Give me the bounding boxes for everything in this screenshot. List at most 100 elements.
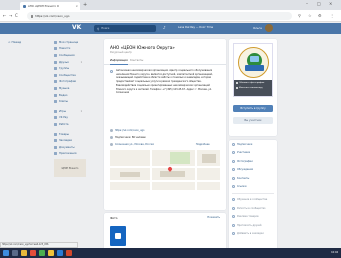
file-explorer-icon[interactable] (21, 250, 27, 256)
chrome-icon[interactable] (48, 250, 54, 256)
notifications-bell-icon[interactable]: ♪ (163, 25, 166, 30)
menu-item-label: Работа (59, 122, 69, 126)
extensions-icon[interactable]: ⚙ (318, 13, 322, 18)
join-group-button[interactable]: Вступить в группу (233, 105, 273, 112)
group-avatar[interactable]: Обновить фотографию Изменить миниатюру (233, 43, 273, 97)
browser-menu-icon[interactable]: ⋮ (330, 13, 334, 18)
side-action-item[interactable]: Участники (229, 149, 277, 158)
tab-info[interactable]: Информация (110, 59, 128, 65)
menu-item[interactable]: Работа (54, 121, 98, 128)
browser-tab[interactable]: АНО «ЦЕОН Южного О × (20, 2, 80, 10)
site-link[interactable]: https://vk.com/ceon_ugo (115, 129, 145, 132)
side-action-item[interactable]: Добавить в закладки (229, 230, 277, 239)
word-icon[interactable] (57, 250, 63, 256)
app-icon[interactable] (39, 250, 45, 256)
close-window-icon[interactable]: × (329, 1, 332, 6)
side-action-item[interactable]: Подписчики (229, 140, 277, 149)
menu-item[interactable]: Товары (54, 131, 98, 138)
side-action-item[interactable]: Обсуждения (229, 166, 277, 175)
menu-item-label: Новости (59, 47, 71, 51)
menu-item[interactable]: Новости (54, 46, 98, 53)
side-action-icon (232, 232, 235, 236)
address-row[interactable]: Солнечная ул., Москва, Россия Подробнее (110, 143, 210, 146)
side-action-label: Обсуждения (237, 168, 253, 172)
followers-count: Подписчики: 86 человек (115, 136, 146, 139)
system-tray-clock[interactable]: 10:04 (331, 251, 338, 254)
lock-icon (31, 14, 33, 18)
minimize-icon[interactable]: – (306, 1, 308, 6)
side-action-item[interactable]: Ссылки (229, 183, 277, 192)
site-row[interactable]: https://vk.com/ceon_ugo (110, 129, 145, 132)
menu-item[interactable]: Группы (54, 65, 98, 72)
forward-icon[interactable]: → (9, 13, 12, 18)
menu-item[interactable]: Видео (54, 92, 98, 99)
menu-item[interactable]: Моя страница (54, 39, 98, 46)
side-action-label: Добавить в закладки (237, 232, 264, 236)
menu-item-label: Приложения (59, 152, 77, 156)
address-bar[interactable]: https://vk.com/ceon_ugo (27, 12, 292, 20)
menu-item[interactable]: Приложения (54, 151, 98, 158)
menu-item[interactable]: Музыка (54, 85, 98, 92)
side-action-icon (232, 159, 235, 163)
side-action-item[interactable]: Реклама товаров (229, 213, 277, 222)
menu-item[interactable]: Игры 1 (54, 108, 98, 115)
photos-show-link[interactable]: Показать (207, 216, 220, 219)
menu-promo-banner[interactable]: ЦЕОН Южного (54, 159, 86, 178)
menu-item[interactable]: Документы (54, 144, 98, 151)
member-status-button[interactable]: Вы участник (233, 117, 273, 124)
close-tab-icon[interactable]: × (75, 4, 80, 8)
vk-logo[interactable]: VK (72, 24, 83, 33)
maximize-icon[interactable]: □ (317, 1, 321, 6)
menu-item[interactable]: Фотографии (54, 79, 98, 86)
bookmark-star-icon[interactable]: ☆ (308, 13, 312, 18)
emblem-sky (250, 56, 259, 62)
side-action-item[interactable]: Обучение в сообществе (229, 196, 277, 205)
emblem-icon (238, 47, 269, 78)
more-link[interactable]: Подробнее (196, 143, 210, 146)
menu-item[interactable]: Закладки (54, 137, 98, 144)
menu-item[interactable]: Сообщества (54, 72, 98, 79)
map-building (120, 172, 140, 177)
powerpoint-icon[interactable] (66, 250, 72, 256)
menu-item-label: Группы (59, 67, 70, 71)
side-action-item[interactable]: Контакты (229, 174, 277, 183)
app-icon[interactable] (30, 250, 36, 256)
vk-search-input[interactable]: ⚲ Поиск (94, 25, 156, 32)
translate-icon[interactable]: ⚲ (298, 13, 301, 18)
side-action-item[interactable]: Фотографии (229, 157, 277, 166)
search-taskbar-icon[interactable] (12, 250, 18, 256)
reload-icon[interactable]: C (15, 13, 18, 18)
start-icon[interactable] (3, 250, 9, 256)
side-action-item[interactable]: Репосты в сообщество (229, 204, 277, 213)
side-action-icon (232, 168, 235, 172)
menu-item-icon (54, 109, 57, 113)
side-action-icon (232, 198, 235, 202)
side-action-icon (232, 206, 235, 210)
menu-item[interactable]: Друзья 1 (54, 59, 98, 66)
map-building (160, 171, 185, 177)
location-map[interactable] (110, 150, 220, 190)
menu-item-label: Моя страница (59, 40, 79, 44)
tab-contacts[interactable]: Контакты (130, 59, 143, 62)
now-playing-track[interactable]: Lana Del Rey — Doin' Time (178, 26, 213, 29)
menu-item[interactable]: Клипы (54, 98, 98, 105)
user-avatar[interactable] (265, 24, 273, 32)
user-name[interactable]: Ольга (253, 26, 262, 30)
back-icon[interactable]: ← (3, 13, 6, 18)
globe-icon (110, 129, 113, 132)
address-text[interactable]: Солнечная ул., Москва, Россия (115, 143, 154, 146)
back-link[interactable]: < Назад (8, 40, 21, 44)
menu-item[interactable]: Сообщения (54, 52, 98, 59)
edit-thumbnail-item[interactable]: Изменить миниатюру (234, 85, 272, 90)
photo-thumbnail[interactable] (110, 226, 126, 246)
group-tabs: Информация Контакты (104, 57, 226, 65)
new-tab-button[interactable]: + (83, 2, 87, 8)
browser-toolbar: ← → C https://vk.com/ceon_ugo ⚲ ☆ ⚙ ⋮ (0, 10, 341, 22)
side-action-item[interactable]: Пригласить друзей (229, 221, 277, 230)
menu-item-label: Товары (59, 132, 69, 136)
side-action-icon (232, 185, 235, 189)
menu-item-icon (54, 152, 57, 156)
menu-item-label: Сообщества (59, 73, 76, 77)
people-icon (110, 136, 113, 139)
menu-item[interactable]: VK Pay (54, 115, 98, 122)
